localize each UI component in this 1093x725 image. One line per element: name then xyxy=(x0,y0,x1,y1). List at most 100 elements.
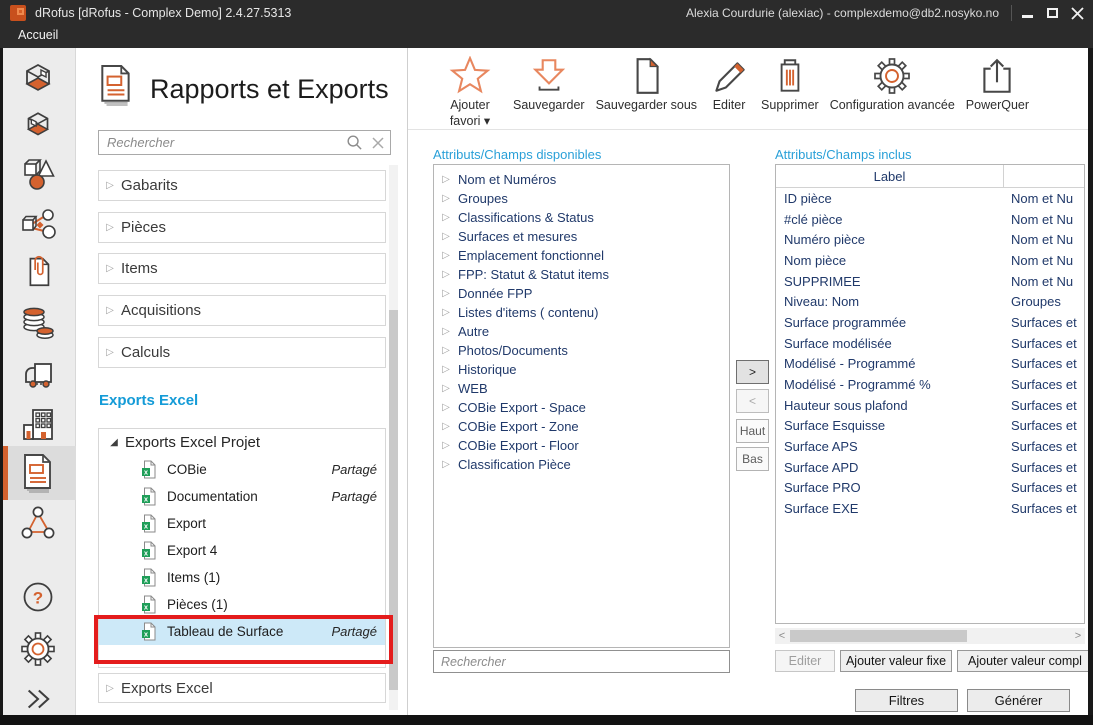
table-row[interactable]: ID pièceNom et Nu xyxy=(776,188,1084,209)
table-row[interactable]: Numéro pièceNom et Nu xyxy=(776,229,1084,250)
tree-item-cobie-space[interactable]: ▷COBie Export - Space xyxy=(434,398,729,417)
menu-accueil[interactable]: Accueil xyxy=(18,28,58,42)
remove-field-button[interactable]: < xyxy=(736,389,769,413)
filters-button[interactable]: Filtres xyxy=(855,689,958,712)
nav-systems[interactable] xyxy=(0,202,76,248)
scroll-right-arrow[interactable]: > xyxy=(1071,628,1085,644)
tree-item-emplacement[interactable]: ▷Emplacement fonctionnel xyxy=(434,246,729,265)
edit-value-button[interactable]: Editer xyxy=(775,650,835,672)
toolbar-supprimer[interactable]: Supprimer xyxy=(761,56,819,114)
nav-reports[interactable] xyxy=(0,446,76,500)
export-item-export[interactable]: x Export xyxy=(99,510,385,537)
tree-item-cobie-floor[interactable]: ▷COBie Export - Floor xyxy=(434,436,729,455)
tree-item-classifications[interactable]: ▷Classifications & Status xyxy=(434,208,729,227)
generate-button[interactable]: Générer xyxy=(967,689,1070,712)
table-row[interactable]: Modélisé - Programmé %Surfaces et xyxy=(776,374,1084,395)
tree-item-nom-et-numeros[interactable]: ▷Nom et Numéros xyxy=(434,170,729,189)
toolbar-powerquery[interactable]: PowerQuer xyxy=(966,56,1029,114)
move-up-button[interactable]: Haut xyxy=(736,419,769,443)
search-icon[interactable] xyxy=(342,134,366,151)
table-row[interactable]: Modélisé - ProgramméSurfaces et xyxy=(776,354,1084,375)
tree-item-donnee-fpp[interactable]: ▷Donnée FPP xyxy=(434,284,729,303)
export-item-cobie[interactable]: x COBie Partagé xyxy=(99,456,385,483)
table-row[interactable]: Surface modéliséeSurfaces et xyxy=(776,333,1084,354)
add-fixed-value-button[interactable]: Ajouter valeur fixe xyxy=(840,650,952,672)
toolbar-configuration-avancee[interactable]: Configuration avancée xyxy=(830,56,955,114)
export-item-pieces-1[interactable]: x Pièces (1) xyxy=(99,591,385,618)
export-item-documentation[interactable]: x Documentation Partagé xyxy=(99,483,385,510)
tree-item-cobie-zone[interactable]: ▷COBie Export - Zone xyxy=(434,417,729,436)
nav-rooms-alt[interactable] xyxy=(0,104,76,150)
nav-building[interactable] xyxy=(0,402,76,448)
toolbar-sauvegarder[interactable]: Sauvegarder xyxy=(513,56,585,114)
minimize-button[interactable] xyxy=(1018,0,1036,26)
tree-item-listes-items[interactable]: ▷Listes d'items ( contenu) xyxy=(434,303,729,322)
tree-item-web[interactable]: ▷WEB xyxy=(434,379,729,398)
table-row[interactable]: Surface APSSurfaces et xyxy=(776,436,1084,457)
expander-icon: ▷ xyxy=(434,212,458,223)
category-pieces[interactable]: ▷ Pièces xyxy=(98,212,386,243)
category-acquisitions[interactable]: ▷ Acquisitions xyxy=(98,295,386,326)
category-exports-excel[interactable]: ▷ Exports Excel xyxy=(98,673,386,703)
table-row[interactable]: Surface PROSurfaces et xyxy=(776,478,1084,499)
group-header-exports-excel-projet[interactable]: ◢ Exports Excel Projet xyxy=(99,429,385,456)
search-input[interactable] xyxy=(99,135,342,150)
expander-icon: ▷ xyxy=(99,222,121,233)
tree-item-surfaces[interactable]: ▷Surfaces et mesures xyxy=(434,227,729,246)
nav-settings[interactable] xyxy=(0,626,76,672)
toolbar-ajouter-favori[interactable]: Ajouter favori ▾ xyxy=(438,56,502,129)
toolbar-divider xyxy=(408,129,1093,130)
exports-excel-header: Exports Excel xyxy=(99,392,198,409)
tree-item-photos-documents[interactable]: ▷Photos/Documents xyxy=(434,341,729,360)
category-calculs[interactable]: ▷ Calculs xyxy=(98,337,386,368)
category-gabarits[interactable]: ▷ Gabarits xyxy=(98,170,386,201)
table-row[interactable]: Hauteur sous plafondSurfaces et xyxy=(776,395,1084,416)
table-row[interactable]: SUPPRIMEENom et Nu xyxy=(776,271,1084,292)
export-item-export-4[interactable]: x Export 4 xyxy=(99,537,385,564)
excel-file-icon: x xyxy=(141,487,157,506)
table-row[interactable]: Surface EsquisseSurfaces et xyxy=(776,416,1084,437)
toolbar-sauvegarder-sous[interactable]: Sauvegarder sous xyxy=(596,56,697,114)
clear-search-icon[interactable] xyxy=(366,136,390,150)
column-header-label[interactable]: Label xyxy=(776,165,1004,187)
table-row[interactable]: Surface programméeSurfaces et xyxy=(776,312,1084,333)
table-row[interactable]: Niveau: NomGroupes xyxy=(776,291,1084,312)
available-search-input[interactable] xyxy=(434,655,729,669)
help-icon: ? xyxy=(18,577,58,617)
export-item-items-1[interactable]: x Items (1) xyxy=(99,564,385,591)
window-title: dRofus [dRofus - Complex Demo] 2.4.27.53… xyxy=(35,6,291,20)
nav-logistics[interactable] xyxy=(0,350,76,396)
add-field-button[interactable]: > xyxy=(736,360,769,384)
scroll-left-arrow[interactable]: < xyxy=(775,628,789,644)
nav-relations[interactable] xyxy=(0,500,76,546)
nav-rooms[interactable] xyxy=(0,56,76,102)
nav-finance[interactable] xyxy=(0,300,76,346)
annotation-highlight xyxy=(94,615,393,664)
building-icon xyxy=(18,405,58,445)
toolbar-editer[interactable]: Editer xyxy=(708,56,750,114)
category-items[interactable]: ▷ Items xyxy=(98,253,386,284)
included-fields-header: Attributs/Champs inclus xyxy=(775,147,912,162)
close-button[interactable] xyxy=(1068,0,1086,26)
move-down-button[interactable]: Bas xyxy=(736,447,769,471)
account-menu[interactable]: Alexia Courdurie (alexiac) - complexdemo… xyxy=(686,6,999,20)
tree-item-groupes[interactable]: ▷Groupes xyxy=(434,189,729,208)
add-complex-value-button[interactable]: Ajouter valeur compl xyxy=(957,650,1093,672)
nav-items[interactable] xyxy=(0,152,76,198)
tree-item-autre[interactable]: ▷Autre xyxy=(434,322,729,341)
expand-sidebar-icon xyxy=(20,682,56,716)
svg-text:?: ? xyxy=(33,589,43,608)
table-row[interactable]: Surface EXESurfaces et xyxy=(776,498,1084,519)
scrollbar-thumb[interactable] xyxy=(790,630,967,642)
expander-icon: ▷ xyxy=(434,326,458,337)
expander-icon: ▷ xyxy=(434,307,458,318)
tree-item-fpp-statut[interactable]: ▷FPP: Statut & Statut items xyxy=(434,265,729,284)
tree-item-historique[interactable]: ▷Historique xyxy=(434,360,729,379)
table-row[interactable]: #clé pièceNom et Nu xyxy=(776,209,1084,230)
table-row[interactable]: Nom pièceNom et Nu xyxy=(776,250,1084,271)
maximize-button[interactable] xyxy=(1043,0,1061,26)
nav-documents[interactable] xyxy=(0,248,76,294)
tree-item-classification-piece[interactable]: ▷Classification Pièce xyxy=(434,455,729,474)
table-row[interactable]: Surface APDSurfaces et xyxy=(776,457,1084,478)
nav-help[interactable]: ? xyxy=(0,574,76,620)
